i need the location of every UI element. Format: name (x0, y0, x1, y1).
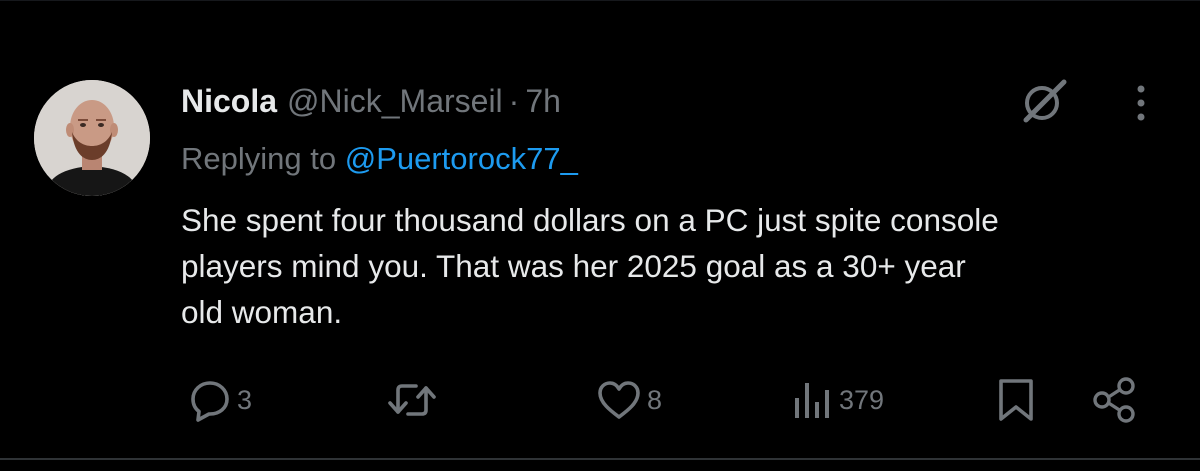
views-icon (795, 383, 829, 418)
avatar-image (34, 80, 150, 196)
views-button[interactable]: 379 (790, 375, 884, 425)
retweet-button[interactable] (386, 375, 438, 425)
replying-to-line: Replying to @Puertorock77_ (181, 139, 578, 179)
reply-count: 3 (237, 385, 253, 415)
tweet-header: Nicola @Nick_Marseil · 7h (181, 81, 561, 121)
views-count: 379 (839, 385, 885, 415)
bookmark-icon (999, 379, 1033, 421)
grok-icon[interactable] (1018, 78, 1070, 124)
share-icon (1093, 377, 1135, 423)
author-handle[interactable]: @Nick_Marseil (287, 81, 503, 121)
action-bar: 3 8 379 (0, 375, 1200, 425)
bottom-divider (0, 458, 1200, 460)
separator-dot: · (508, 83, 520, 119)
retweet-icon (388, 384, 436, 416)
timestamp[interactable]: 7h (525, 81, 561, 121)
like-count: 8 (647, 385, 663, 415)
reply-button[interactable]: 3 (188, 375, 252, 425)
like-button[interactable]: 8 (596, 375, 662, 425)
top-divider (0, 0, 1200, 1)
reply-icon (191, 381, 229, 422)
replying-label: Replying to (181, 141, 337, 176)
bookmark-button[interactable] (996, 375, 1036, 425)
avatar[interactable] (34, 80, 150, 196)
share-button[interactable] (1090, 375, 1138, 425)
author-name[interactable]: Nicola (181, 81, 277, 121)
more-icon[interactable] (1126, 82, 1156, 124)
replying-to-mention[interactable]: @Puertorock77_ (345, 141, 578, 176)
tweet-text: She spent four thousand dollars on a PC … (181, 202, 999, 330)
like-icon (598, 381, 640, 419)
